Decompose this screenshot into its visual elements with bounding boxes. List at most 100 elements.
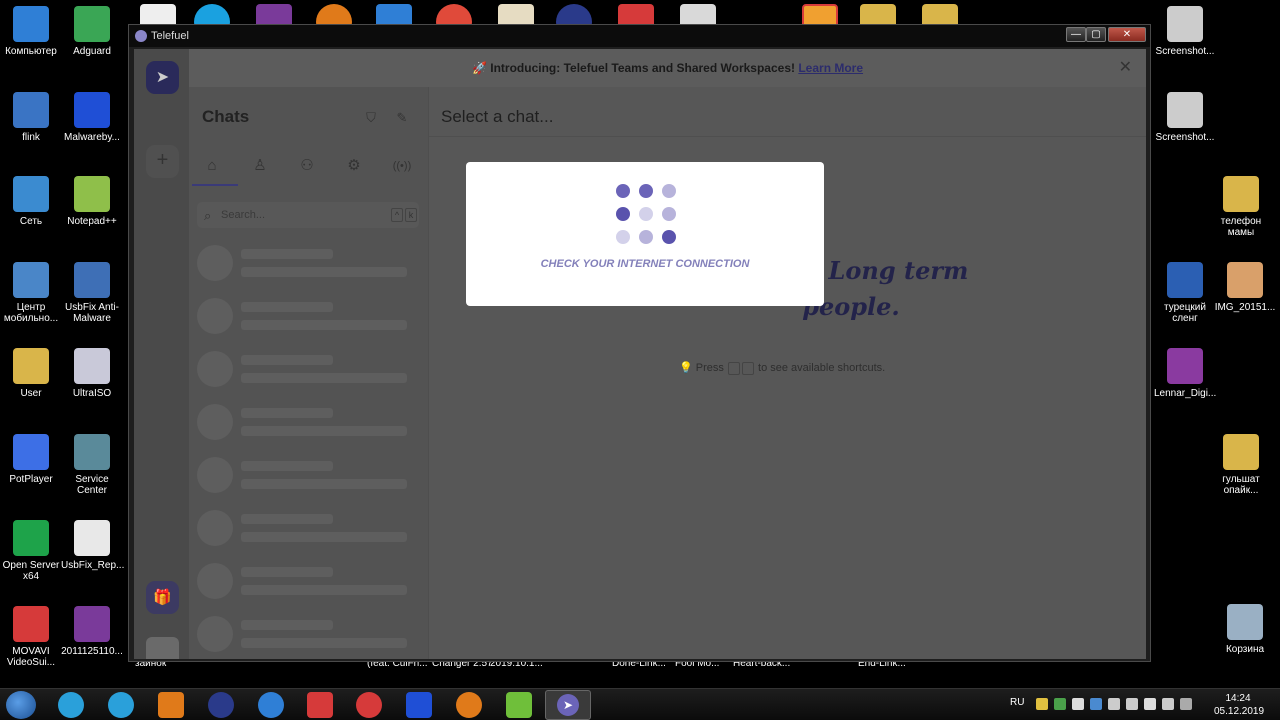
- desktop-icon[interactable]: flink: [0, 92, 62, 143]
- chat-icon[interactable]: [108, 692, 134, 718]
- tray-icon[interactable]: [1072, 698, 1084, 710]
- signal-icon[interactable]: [1180, 698, 1192, 710]
- rocket-icon: 🚀: [471, 61, 487, 75]
- clock-date: 05.12.2019: [1214, 706, 1265, 717]
- compose-icon[interactable]: ✎: [390, 107, 414, 129]
- tab-bots[interactable]: ⚙: [331, 147, 377, 185]
- app-icon: [74, 92, 110, 128]
- connection-modal: CHECK YOUR INTERNET CONNECTION: [466, 162, 824, 306]
- desktop-icon-label: UsbFix Anti-Malware: [65, 302, 119, 324]
- search-placeholder: Search...: [221, 209, 266, 221]
- loading-dot: [662, 230, 676, 244]
- desktop-icon[interactable]: 2011125110...: [61, 606, 123, 657]
- shortcut-key: [741, 361, 754, 375]
- shortcuts-hint: 💡 Press to see available shortcuts.: [679, 361, 886, 375]
- skeleton-line: [241, 373, 407, 383]
- app-icon[interactable]: [356, 692, 382, 718]
- desktop-icon[interactable]: Компьютер: [0, 6, 62, 57]
- avatar: [197, 351, 233, 387]
- desktop-icon[interactable]: Корзина: [1214, 604, 1276, 655]
- window-titlebar[interactable]: Telefuel — ▢ ✕: [129, 25, 1150, 47]
- close-banner-icon[interactable]: ✕: [1119, 60, 1132, 76]
- loading-dot: [639, 184, 653, 198]
- skeleton-line: [241, 267, 407, 277]
- desktop-icon[interactable]: UsbFix_Rep...: [61, 520, 124, 571]
- desktop-icon[interactable]: IMG_20151...: [1214, 262, 1276, 313]
- desktop-icon-label: Screenshot...: [1155, 46, 1215, 57]
- desktop-icon-label: PotPlayer: [9, 474, 53, 485]
- desktop-icon[interactable]: Malwareby...: [61, 92, 123, 143]
- network-icon[interactable]: [1162, 698, 1174, 710]
- desktop-icon[interactable]: Screenshot...: [1154, 6, 1216, 57]
- minimize-button[interactable]: —: [1066, 27, 1086, 42]
- loading-dot: [639, 207, 653, 221]
- filter-icon[interactable]: ⛉: [359, 107, 383, 129]
- app-icon[interactable]: [307, 692, 333, 718]
- desktop-icon[interactable]: UsbFix Anti-Malware: [61, 262, 123, 324]
- file-icon: [1223, 176, 1259, 212]
- desktop-icon[interactable]: UltraISO: [61, 348, 123, 399]
- bluestacks-icon[interactable]: [506, 692, 532, 718]
- tray-icon[interactable]: [1054, 698, 1066, 710]
- tab-home[interactable]: ⌂: [189, 147, 235, 185]
- close-window-button[interactable]: ✕: [1108, 27, 1146, 42]
- maximize-button[interactable]: ▢: [1086, 27, 1106, 42]
- desktop-icon[interactable]: Screenshot...: [1154, 92, 1216, 143]
- file-icon: [1167, 6, 1203, 42]
- desktop-icon[interactable]: телефон мамы: [1210, 176, 1272, 238]
- desktop-icon-label: Notepad++: [67, 216, 117, 227]
- add-workspace-button[interactable]: +: [146, 145, 179, 178]
- desktop-icon-label: User: [20, 388, 42, 399]
- app-icon: [13, 262, 49, 298]
- tray-icon[interactable]: [1090, 698, 1102, 710]
- malwarebytes-icon[interactable]: [406, 692, 432, 718]
- desktop-icon[interactable]: Lennar_Digi...: [1154, 348, 1216, 399]
- volume-icon[interactable]: [1144, 698, 1156, 710]
- start-button[interactable]: [6, 691, 36, 719]
- gift-icon[interactable]: 🎁: [146, 581, 179, 614]
- language-indicator[interactable]: RU: [1010, 697, 1024, 708]
- tray-icon[interactable]: [1036, 698, 1048, 710]
- desktop-icon-label: Open Server x64: [2, 560, 60, 582]
- avatar: [197, 298, 233, 334]
- skeleton-line: [241, 408, 333, 418]
- telegram-icon[interactable]: [58, 692, 84, 718]
- shortcut-key: ^: [391, 208, 403, 222]
- fruity-icon[interactable]: [456, 692, 482, 718]
- learn-more-link[interactable]: Learn More: [798, 61, 863, 75]
- file-icon: [1223, 434, 1259, 470]
- shortcut-key: k: [405, 208, 417, 222]
- telefuel-taskbar-button[interactable]: ➤: [545, 690, 591, 720]
- tray-icon[interactable]: [1126, 698, 1138, 710]
- search-input[interactable]: ⌕ Search... ^ k: [197, 202, 419, 228]
- app-icon: [13, 176, 49, 212]
- app-icon: [74, 176, 110, 212]
- desktop-icon-label: гульшат опайк...: [1222, 474, 1260, 496]
- media-icon[interactable]: [158, 692, 184, 718]
- desktop-icon[interactable]: PotPlayer: [0, 434, 62, 485]
- tab-groups[interactable]: ⚇: [284, 147, 330, 185]
- avatar[interactable]: [146, 637, 179, 659]
- desktop-icon[interactable]: Open Server x64: [0, 520, 62, 582]
- avatar: [197, 457, 233, 493]
- clock[interactable]: 14:24 05.12.2019: [1214, 692, 1265, 718]
- desktop-icon[interactable]: гульшат опайк...: [1210, 434, 1272, 496]
- desktop-icon[interactable]: Service Center: [61, 434, 123, 496]
- file-icon: [1227, 604, 1263, 640]
- skeleton-line: [241, 355, 333, 365]
- desktop-icon-label: Adguard: [73, 46, 111, 57]
- desktop-icon-label: Lennar_Digi...: [1154, 388, 1217, 399]
- workspace-logo-icon[interactable]: ➤: [146, 61, 179, 94]
- desktop-icon[interactable]: MOVAVI VideoSui...: [0, 606, 62, 668]
- browser-icon[interactable]: [258, 692, 284, 718]
- desktop-icon[interactable]: Notepad++: [61, 176, 123, 227]
- tray-icon[interactable]: [1108, 698, 1120, 710]
- desktop-icon[interactable]: турецкий сленг: [1154, 262, 1216, 324]
- app-icon[interactable]: [208, 692, 234, 718]
- desktop-icon[interactable]: Центр мобильно...: [0, 262, 62, 324]
- tab-channels[interactable]: ((•)): [379, 147, 425, 185]
- desktop-icon[interactable]: Сеть: [0, 176, 62, 227]
- desktop-icon[interactable]: Adguard: [61, 6, 123, 57]
- desktop-icon[interactable]: User: [0, 348, 62, 399]
- tab-people[interactable]: ♙: [237, 147, 283, 185]
